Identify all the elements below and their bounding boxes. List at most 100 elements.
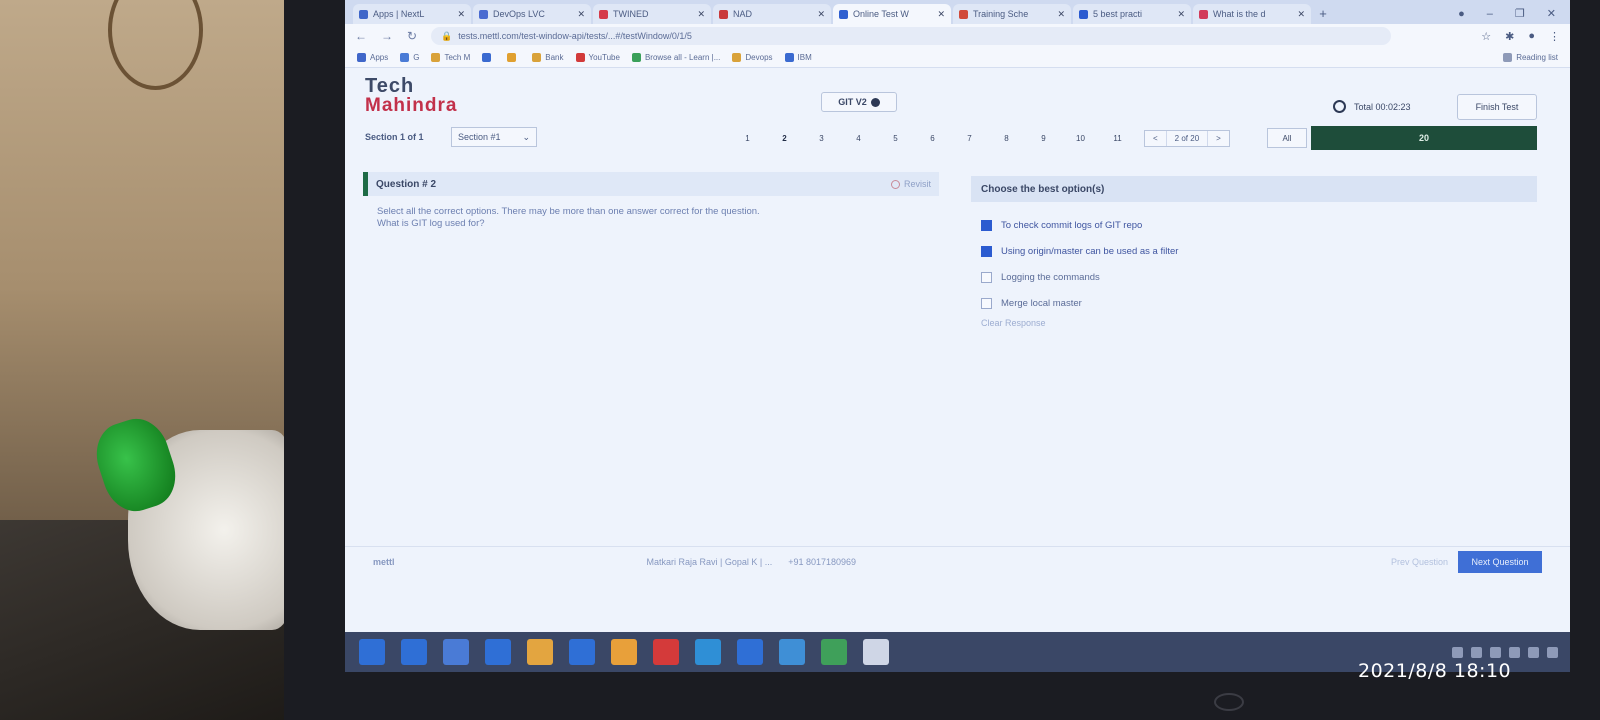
forward-icon[interactable]: → <box>381 29 393 43</box>
browser-tab[interactable]: 5 best practi ✕ <box>1073 4 1191 24</box>
close-icon[interactable]: ✕ <box>1057 9 1065 20</box>
bookmark-label: Devops <box>745 53 773 62</box>
app-icon[interactable] <box>485 639 511 665</box>
bookmark[interactable]: IBM <box>784 53 812 62</box>
question-number[interactable]: 7 <box>951 128 988 148</box>
bookmark[interactable]: Devops <box>732 53 773 62</box>
all-questions-button[interactable]: All <box>1267 128 1307 148</box>
edge-icon[interactable] <box>695 639 721 665</box>
minimize-icon[interactable]: – <box>1487 4 1493 24</box>
browser-tab[interactable]: Training Sche ✕ <box>953 4 1071 24</box>
tab-favicon <box>1079 9 1088 19</box>
clear-response-link[interactable]: Clear Response <box>971 318 1537 328</box>
checkbox[interactable] <box>981 271 992 283</box>
bookmark-icon <box>532 53 542 62</box>
app-icon[interactable] <box>821 639 847 665</box>
taskview-icon[interactable] <box>443 639 469 665</box>
search-icon[interactable] <box>401 639 427 665</box>
prev-question-button[interactable]: Prev Question <box>1391 557 1448 567</box>
browser-tab-active[interactable]: Online Test W ✕ <box>833 4 951 24</box>
info-icon[interactable] <box>870 97 880 107</box>
section-select[interactable]: Section #1 ⌄ <box>451 127 537 147</box>
option-item[interactable]: Merge local master <box>981 290 1525 316</box>
tray-icon[interactable] <box>1471 646 1482 658</box>
extensions-icon[interactable]: ✱ <box>1505 30 1514 43</box>
app-icon[interactable] <box>653 639 679 665</box>
tray-icon[interactable] <box>1547 646 1558 658</box>
question-number[interactable]: 3 <box>803 128 840 148</box>
question-number[interactable]: 1 <box>729 128 766 148</box>
close-icon[interactable]: ✕ <box>817 9 825 20</box>
bookmark-icon <box>575 53 585 62</box>
browser-tab[interactable]: TWINED ✕ <box>593 4 711 24</box>
close-icon[interactable]: ✕ <box>457 9 465 20</box>
lock-icon: 🔒 <box>441 30 453 41</box>
question-number[interactable]: 9 <box>1025 128 1062 148</box>
question-number[interactable]: 4 <box>840 128 877 148</box>
brand-logo: Tech Mahindra <box>365 76 457 115</box>
pager-prev-button[interactable]: < <box>1145 130 1167 146</box>
bookmark[interactable]: Tech M <box>431 53 470 62</box>
bookmark[interactable]: Apps <box>357 53 388 62</box>
close-window-icon[interactable]: ✕ <box>1547 4 1556 24</box>
tab-favicon <box>719 9 728 19</box>
browser-tab[interactable]: What is the d ✕ <box>1193 4 1311 24</box>
checkbox[interactable] <box>981 297 992 309</box>
option-item[interactable]: Logging the commands <box>981 264 1525 290</box>
bookmark[interactable]: G <box>400 53 419 62</box>
revisit-button[interactable]: Revisit <box>890 179 931 189</box>
new-tab-button[interactable]: + <box>1313 4 1333 24</box>
question-instruction: Select all the correct options. There ma… <box>377 206 760 217</box>
profile-icon[interactable]: ● <box>1458 4 1465 24</box>
tray-icon[interactable] <box>1490 646 1501 658</box>
question-panel: Question # 2 Revisit Select all the corr… <box>363 172 939 542</box>
tab-label: DevOps LVC <box>493 9 545 19</box>
start-icon[interactable] <box>359 639 385 665</box>
option-item[interactable]: To check commit logs of GIT repo <box>981 212 1525 238</box>
app-icon[interactable] <box>569 639 595 665</box>
maximize-icon[interactable]: ❐ <box>1515 4 1525 24</box>
checkbox-checked[interactable] <box>981 219 992 231</box>
question-number[interactable]: 8 <box>988 128 1025 148</box>
checkbox-checked[interactable] <box>981 245 992 257</box>
app-icon[interactable] <box>863 639 889 665</box>
option-label: Merge local master <box>1001 297 1082 309</box>
app-icon[interactable] <box>737 639 763 665</box>
account-icon[interactable]: ● <box>1528 30 1535 43</box>
reading-list-button[interactable]: Reading list <box>1503 53 1558 62</box>
question-number[interactable]: 5 <box>877 128 914 148</box>
tray-icon[interactable] <box>1452 646 1463 658</box>
question-number[interactable]: 10 <box>1062 128 1099 148</box>
reload-icon[interactable]: ↻ <box>407 29 417 43</box>
bookmark[interactable] <box>507 53 520 62</box>
close-icon[interactable]: ✕ <box>937 9 945 20</box>
url-field[interactable]: 🔒 tests.mettl.com/test-window-api/tests/… <box>431 27 1392 45</box>
browser-tab[interactable]: Apps | NextL ✕ <box>353 4 471 24</box>
tray-icon[interactable] <box>1509 646 1520 658</box>
bookmark[interactable]: Browse all - Learn |... <box>631 53 720 62</box>
close-icon[interactable]: ✕ <box>577 9 585 20</box>
next-question-button[interactable]: Next Question <box>1458 550 1542 573</box>
close-icon[interactable]: ✕ <box>1297 9 1305 20</box>
bookmark[interactable]: Bank <box>532 53 564 62</box>
pager-next-button[interactable]: > <box>1208 131 1229 146</box>
browser-tab[interactable]: NAD ✕ <box>713 4 831 24</box>
bookmark[interactable]: YouTube <box>575 53 620 62</box>
menu-icon[interactable]: ⋮ <box>1549 30 1560 43</box>
bookmark[interactable] <box>482 53 495 62</box>
app-icon[interactable] <box>779 639 805 665</box>
question-number[interactable]: 2 <box>766 128 803 148</box>
window-controls: ● – ❐ ✕ <box>1458 4 1570 24</box>
option-item[interactable]: Using origin/master can be used as a fil… <box>981 238 1525 264</box>
star-icon[interactable]: ☆ <box>1481 30 1491 43</box>
question-number[interactable]: 6 <box>914 128 951 148</box>
close-icon[interactable]: ✕ <box>697 9 705 20</box>
browser-tab[interactable]: DevOps LVC ✕ <box>473 4 591 24</box>
back-icon[interactable]: ← <box>355 29 367 43</box>
question-number[interactable]: 11 <box>1099 128 1136 148</box>
folder-icon[interactable] <box>527 639 553 665</box>
close-icon[interactable]: ✕ <box>1177 9 1185 20</box>
chrome-icon[interactable] <box>611 639 637 665</box>
tray-icon[interactable] <box>1528 646 1539 658</box>
finish-test-button[interactable]: Finish Test <box>1457 94 1537 120</box>
